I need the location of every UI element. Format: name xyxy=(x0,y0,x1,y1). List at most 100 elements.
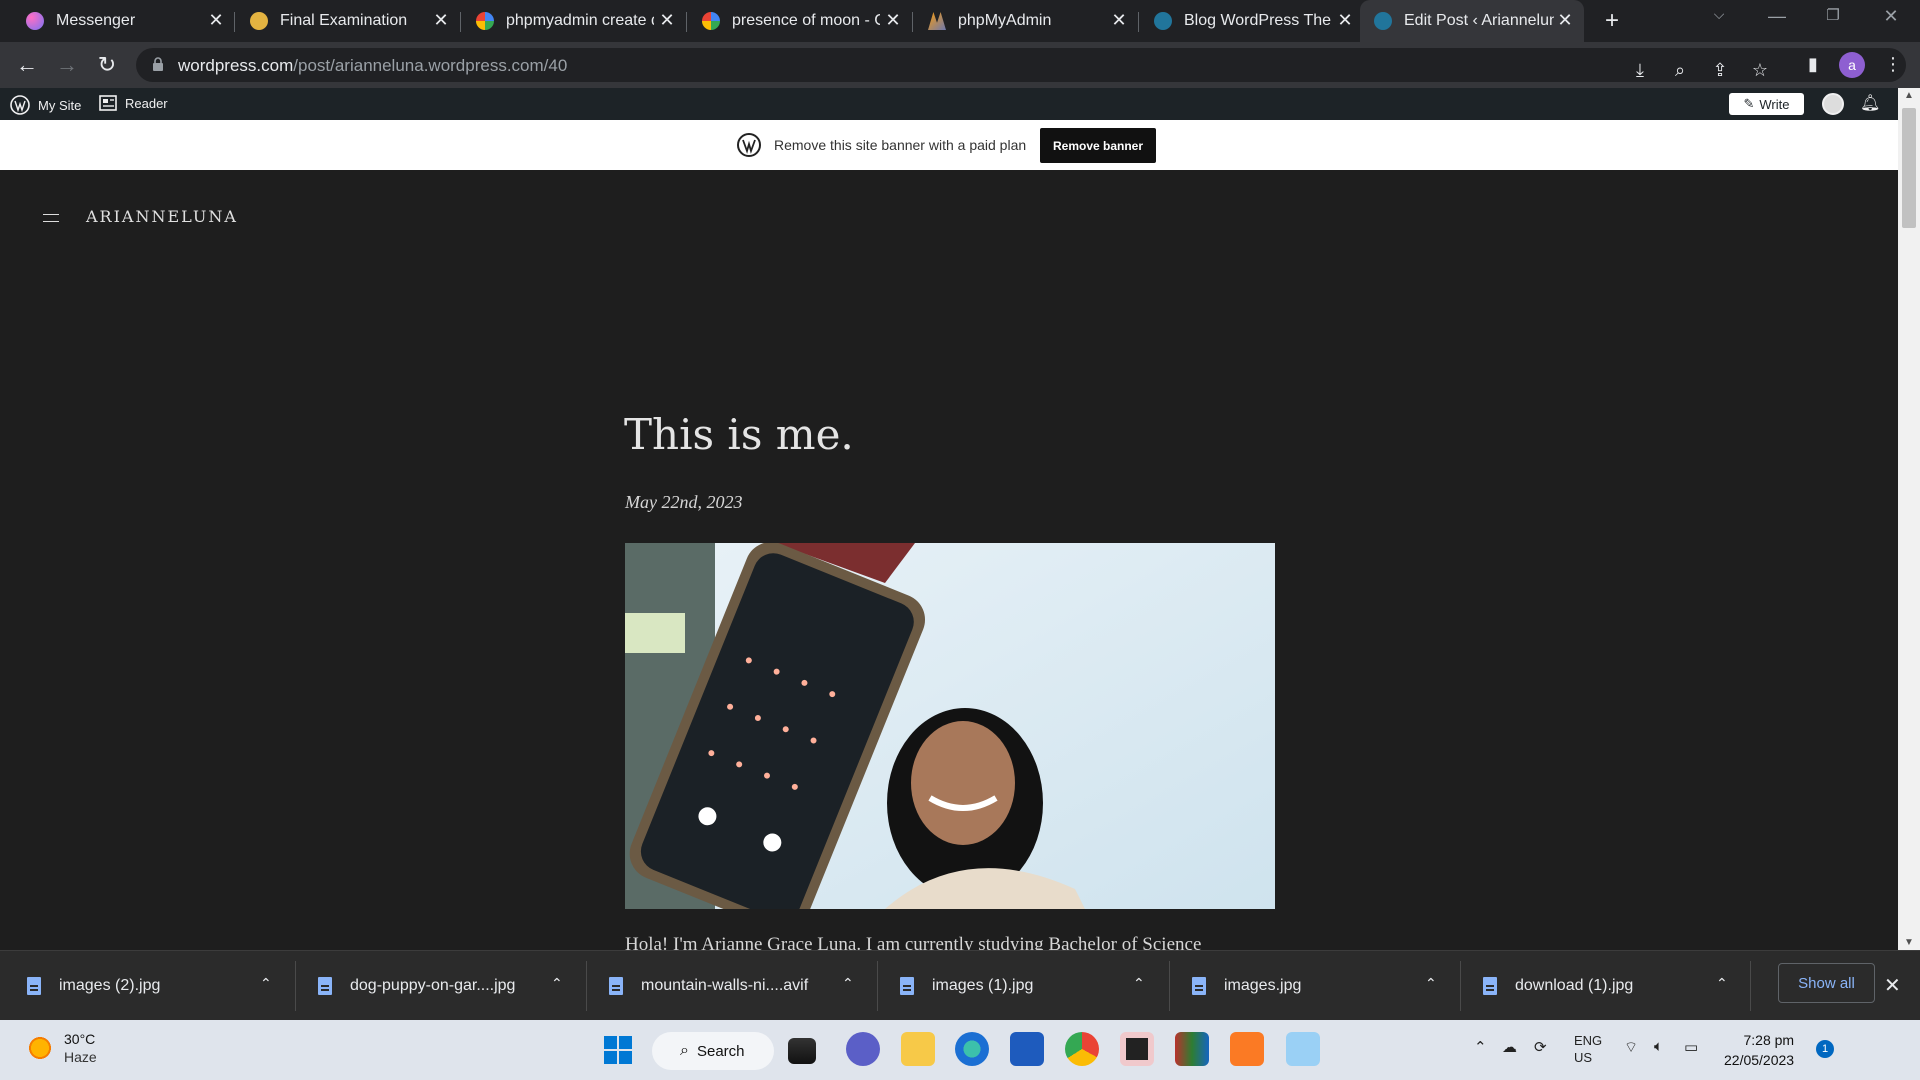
download-item[interactable]: mountain-walls-ni....avif ⌃ xyxy=(609,951,859,1021)
file-explorer-icon[interactable] xyxy=(901,1032,935,1066)
reload-button[interactable]: ↻ xyxy=(93,51,121,79)
close-download-bar-icon[interactable]: ✕ xyxy=(1884,973,1901,998)
close-icon[interactable]: ✕ xyxy=(1556,10,1574,30)
tab-title: phpmyadmin create d xyxy=(506,12,654,29)
post-body-text: Hola! I'm Arianne Grace Luna. I am curre… xyxy=(625,934,1202,950)
edge-browser-icon[interactable] xyxy=(955,1032,989,1066)
write-button[interactable]: ✎ Write xyxy=(1729,93,1804,115)
my-site-link[interactable]: My Site xyxy=(10,95,81,115)
download-divider xyxy=(295,961,296,1011)
scroll-up-arrow-icon[interactable]: ▲ xyxy=(1898,90,1920,101)
scrollbar-thumb[interactable] xyxy=(1902,108,1916,228)
notifications-bell-icon[interactable]: 🔔︎ xyxy=(1860,93,1880,113)
scroll-down-arrow-icon[interactable]: ▼ xyxy=(1898,937,1920,948)
browser-toolbar: ← → ↻ wordpress.com/post/arianneluna.wor… xyxy=(0,42,1920,88)
download-item[interactable]: images (1).jpg ⌃ xyxy=(900,951,1150,1021)
battery-icon[interactable]: ▭ xyxy=(1684,1038,1698,1056)
download-item[interactable]: images.jpg ⌃ xyxy=(1192,951,1442,1021)
download-item[interactable]: download (1).jpg ⌃ xyxy=(1483,951,1733,1021)
google-icon xyxy=(702,12,720,30)
show-all-downloads-button[interactable]: Show all xyxy=(1778,963,1875,1003)
install-icon[interactable]: ⤓ xyxy=(1627,57,1653,83)
wordpress-logo-icon xyxy=(10,95,30,115)
close-icon[interactable]: ✕ xyxy=(207,10,225,30)
task-view-icon[interactable] xyxy=(788,1038,816,1064)
clock-time: 7:28 pm xyxy=(1743,1032,1795,1048)
close-icon[interactable]: ✕ xyxy=(658,10,676,30)
window-close-button[interactable]: ✕ xyxy=(1876,6,1906,27)
download-divider xyxy=(586,961,587,1011)
tab-search-chevron-icon[interactable]: ⌵ xyxy=(1704,6,1734,23)
download-divider xyxy=(1460,961,1461,1011)
snipping-tool-icon[interactable] xyxy=(1286,1032,1320,1066)
taskbar-search[interactable]: ⌕ Search xyxy=(652,1032,774,1070)
back-button[interactable]: ← xyxy=(13,51,41,79)
tab-divider xyxy=(686,12,687,32)
chevron-up-icon[interactable]: ⌃ xyxy=(842,975,854,992)
weather-widget[interactable]: 30°C Haze xyxy=(26,1030,97,1066)
download-item[interactable]: dog-puppy-on-gar....jpg ⌃ xyxy=(318,951,568,1021)
tab-title: Edit Post ‹ Ariannelun xyxy=(1404,12,1554,29)
teams-chat-icon[interactable] xyxy=(846,1032,880,1066)
sticky-notes-icon[interactable] xyxy=(1120,1032,1154,1066)
share-icon[interactable]: ⇪ xyxy=(1707,57,1733,83)
close-icon[interactable]: ✕ xyxy=(884,10,902,30)
tab-messenger[interactable]: Messenger ✕ xyxy=(0,0,230,42)
user-avatar[interactable] xyxy=(1822,93,1844,115)
hamburger-menu-icon[interactable] xyxy=(43,214,59,222)
post-featured-photo xyxy=(625,543,1275,909)
windows-start-icon[interactable] xyxy=(604,1036,632,1064)
onedrive-cloud-icon[interactable]: ☁ xyxy=(1502,1038,1517,1056)
volume-icon[interactable]: 🔈︎ xyxy=(1654,1038,1663,1055)
restore-button[interactable]: ❐ xyxy=(1818,6,1848,24)
close-icon[interactable]: ✕ xyxy=(432,10,450,30)
zoom-icon[interactable]: ⌕ xyxy=(1667,57,1693,83)
profile-avatar[interactable]: a xyxy=(1839,52,1865,78)
minimize-button[interactable]: — xyxy=(1762,6,1792,27)
tab-phpmyadmin[interactable]: phpMyAdmin ✕ xyxy=(914,0,1136,42)
exam-icon xyxy=(250,12,268,30)
site-title[interactable]: ARIANNELUNA xyxy=(86,207,238,226)
language-indicator[interactable]: ENG US xyxy=(1574,1032,1602,1066)
new-tab-button[interactable]: + xyxy=(1598,7,1626,35)
chevron-up-icon[interactable]: ⌃ xyxy=(1716,975,1728,992)
forward-button[interactable]: → xyxy=(53,51,81,79)
menu-kebab-icon[interactable]: ⋮ xyxy=(1880,51,1906,77)
download-filename: mountain-walls-ni....avif xyxy=(641,977,809,994)
tab-presence-of-moon[interactable]: presence of moon - G ✕ xyxy=(688,0,910,42)
download-divider xyxy=(1169,961,1170,1011)
address-bar[interactable]: wordpress.com/post/arianneluna.wordpress… xyxy=(136,48,1906,82)
wordpress-logo-icon xyxy=(737,133,761,157)
chevron-up-icon[interactable]: ⌃ xyxy=(1133,975,1145,992)
download-item[interactable]: images (2).jpg ⌃ xyxy=(27,951,277,1021)
remove-banner-button[interactable]: Remove banner xyxy=(1040,128,1156,163)
chrome-icon[interactable] xyxy=(1065,1032,1099,1066)
notification-badge[interactable]: 1 xyxy=(1816,1040,1834,1058)
chevron-up-icon[interactable]: ⌃ xyxy=(1425,975,1437,992)
close-icon[interactable]: ✕ xyxy=(1336,10,1354,30)
download-filename: dog-puppy-on-gar....jpg xyxy=(350,977,516,994)
reader-link[interactable]: Reader xyxy=(99,95,168,111)
bookmark-star-icon[interactable]: ☆ xyxy=(1747,57,1773,83)
page-scrollbar[interactable]: ▲ ▼ xyxy=(1898,88,1920,950)
tab-final-examination[interactable]: Final Examination ✕ xyxy=(236,0,458,42)
tab-blog-wordpress-theme[interactable]: Blog WordPress Them ✕ xyxy=(1140,0,1362,42)
winrar-icon[interactable] xyxy=(1175,1032,1209,1066)
close-icon[interactable]: ✕ xyxy=(1110,10,1128,30)
tab-edit-post[interactable]: Edit Post ‹ Ariannelun ✕ xyxy=(1360,0,1584,42)
wp-admin-bar: My Site Reader ✎ Write 🔔︎ xyxy=(0,88,1898,120)
url-text[interactable]: wordpress.com/post/arianneluna.wordpress… xyxy=(178,56,567,76)
side-panel-icon[interactable]: ▮ xyxy=(1800,51,1826,77)
system-clock[interactable]: 7:28 pm 22/05/2023 xyxy=(1724,1030,1794,1070)
tab-phpmyadmin-create[interactable]: phpmyadmin create d ✕ xyxy=(462,0,684,42)
sync-icon[interactable]: ⟳ xyxy=(1534,1038,1547,1056)
chevron-up-icon[interactable]: ⌃ xyxy=(260,975,272,992)
download-filename: images.jpg xyxy=(1224,977,1302,994)
chevron-up-icon[interactable]: ⌃ xyxy=(551,975,563,992)
xampp-icon[interactable] xyxy=(1230,1032,1264,1066)
chevron-up-tray-icon[interactable]: ⌃ xyxy=(1474,1038,1487,1056)
microsoft-store-icon[interactable] xyxy=(1010,1032,1044,1066)
wifi-icon[interactable]: ⌔ xyxy=(1624,1038,1638,1057)
lock-icon xyxy=(153,57,163,71)
search-label: Search xyxy=(696,1042,745,1060)
